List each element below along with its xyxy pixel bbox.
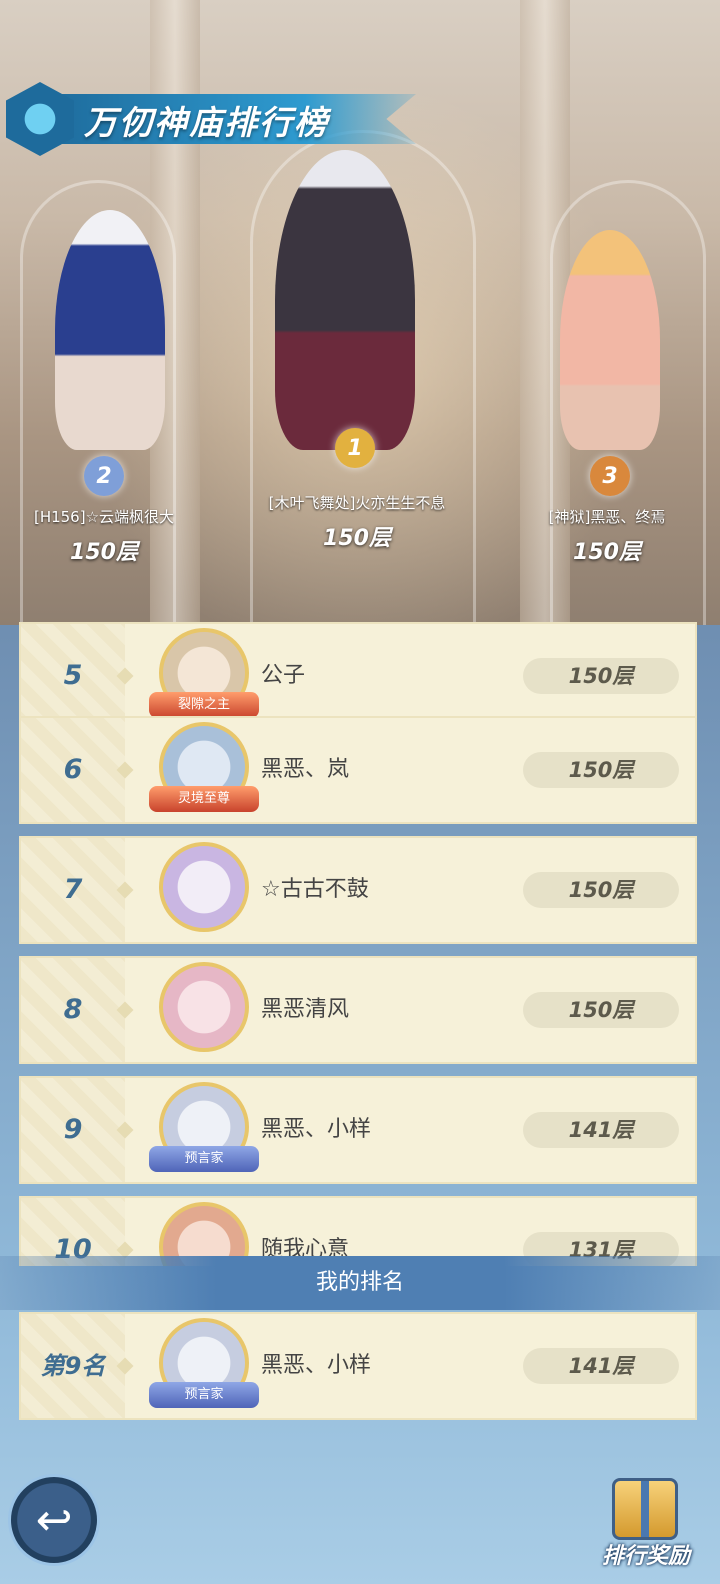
avatar-frame-badge: 灵境至尊 — [149, 786, 259, 812]
my-floor-value: 141层 — [523, 1348, 679, 1384]
my-player-name: 黑恶、小样 — [261, 1353, 372, 1378]
ranking-row[interactable]: 9 预言家 黑恶、小样 141层 — [19, 1076, 697, 1184]
page-title-banner: 万仞神庙排行榜 — [6, 82, 416, 158]
ranking-row[interactable]: 8 黑恶清风 150层 — [19, 956, 697, 1064]
temple-emblem-icon — [6, 82, 74, 156]
player-name: 黑恶、小样 — [261, 1117, 372, 1142]
rank-2-medal-icon: 2 — [84, 456, 124, 496]
my-ranking-header: 我的排名 — [0, 1256, 720, 1310]
hero-figure-third[interactable] — [560, 230, 660, 450]
avatar-frame-badge: 裂隙之主 — [149, 692, 259, 718]
ranking-list[interactable]: 5 裂隙之主 公子 150层 6 灵境至尊 黑恶、岚 150层 7 ☆古古不鼓 … — [0, 622, 720, 1266]
floor-value: 150层 — [523, 872, 679, 908]
rank-1-player-name: [木叶飞舞处]火亦生生不息 — [268, 494, 446, 512]
ranking-row[interactable]: 7 ☆古古不鼓 150层 — [19, 836, 697, 944]
back-arrow-icon: ↩ — [35, 1494, 73, 1546]
my-rank-number: 第9名 — [40, 1352, 106, 1380]
player-avatar[interactable] — [159, 962, 249, 1052]
player-avatar[interactable] — [159, 842, 249, 932]
player-name: 黑恶、岚 — [261, 757, 350, 782]
rank-number: 7 — [63, 874, 83, 905]
ranking-reward-label: 排行奖励 — [601, 1544, 690, 1569]
rank-2-floor: 150层 — [70, 540, 138, 565]
rank-number: 5 — [63, 660, 83, 691]
floor-value: 141层 — [523, 1112, 679, 1148]
rank-3-medal-icon: 3 — [590, 456, 630, 496]
my-ranking-label: 我的排名 — [315, 1270, 404, 1295]
rank-1-floor: 150层 — [323, 526, 391, 551]
avatar-frame-badge: 预言家 — [149, 1382, 259, 1408]
rank-number: 6 — [63, 754, 83, 785]
player-name: 公子 — [261, 663, 306, 688]
rank-number: 9 — [63, 1114, 83, 1145]
player-name: 黑恶清风 — [261, 997, 350, 1022]
rank-1-medal-icon: 1 — [335, 428, 375, 468]
page-title: 万仞神庙排行榜 — [84, 103, 329, 142]
avatar-frame-badge: 预言家 — [149, 1146, 259, 1172]
floor-value: 150层 — [523, 658, 679, 694]
ranking-row[interactable]: 6 灵境至尊 黑恶、岚 150层 — [19, 716, 697, 824]
player-name: ☆古古不鼓 — [261, 877, 369, 902]
rank-3-floor: 150层 — [573, 540, 641, 565]
floor-value: 150层 — [523, 992, 679, 1028]
rank-2-player-name: [H156]☆云端枫很大 — [33, 508, 175, 526]
ranking-row[interactable]: 5 裂隙之主 公子 150层 — [19, 622, 697, 730]
gift-box-icon — [612, 1478, 678, 1540]
hero-figure-second[interactable] — [55, 210, 165, 450]
hero-figure-first[interactable] — [275, 150, 415, 450]
back-button[interactable]: ↩ — [8, 1474, 100, 1566]
podium-stage: 1 2 3 [木叶飞舞处]火亦生生不息 150层 [H156]☆云端枫很大 15… — [0, 0, 720, 625]
rank-number: 8 — [63, 994, 83, 1025]
rank-3-player-name: [神狱]黑恶、终焉 — [548, 508, 666, 526]
my-ranking-row[interactable]: 第9名 预言家 黑恶、小样 141层 — [19, 1312, 697, 1420]
ranking-reward-button[interactable]: 排行奖励 — [596, 1478, 696, 1578]
floor-value: 150层 — [523, 752, 679, 788]
